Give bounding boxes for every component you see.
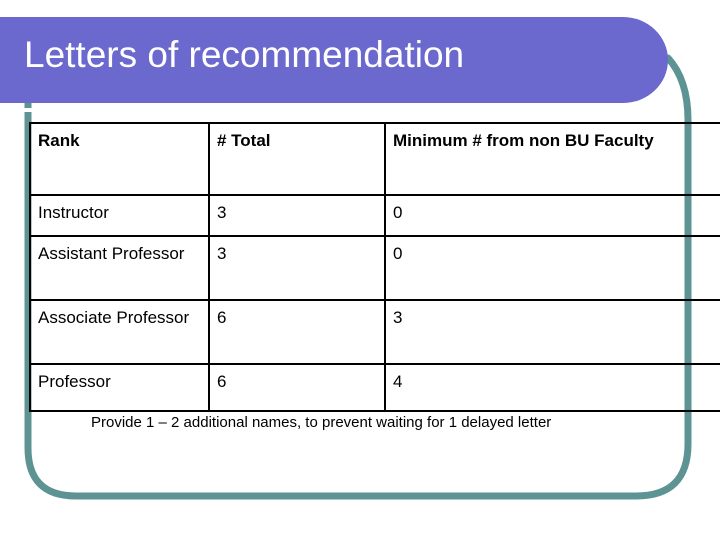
cell-rank: Associate Professor <box>29 299 210 365</box>
table-row: Professor 6 4 <box>29 363 720 412</box>
cell-min-non-bu: 0 <box>384 194 720 237</box>
recommendation-letters-table: Rank # Total Minimum # from non BU Facul… <box>29 122 720 412</box>
caption-note: Provide 1 – 2 additional names, to preve… <box>91 414 552 431</box>
slide: Letters of recommendation Rank # Total M… <box>0 0 720 540</box>
table-row: Assistant Professor 3 0 <box>29 235 720 301</box>
column-header-min-non-bu: Minimum # from non BU Faculty <box>384 122 720 196</box>
column-header-rank: Rank <box>29 122 210 196</box>
table-header-row: Rank # Total Minimum # from non BU Facul… <box>29 122 720 196</box>
table-row: Instructor 3 0 <box>29 194 720 237</box>
page-title: Letters of recommendation <box>24 34 465 75</box>
title-underline-rule <box>0 108 608 112</box>
cell-rank: Assistant Professor <box>29 235 210 301</box>
cell-rank: Professor <box>29 363 210 412</box>
cell-rank: Instructor <box>29 194 210 237</box>
cell-total: 6 <box>208 363 386 412</box>
cell-min-non-bu: 3 <box>384 299 720 365</box>
cell-min-non-bu: 4 <box>384 363 720 412</box>
table-row: Associate Professor 6 3 <box>29 299 720 365</box>
cell-total: 3 <box>208 194 386 237</box>
cell-total: 3 <box>208 235 386 301</box>
cell-min-non-bu: 0 <box>384 235 720 301</box>
cell-total: 6 <box>208 299 386 365</box>
column-header-total: # Total <box>208 122 386 196</box>
